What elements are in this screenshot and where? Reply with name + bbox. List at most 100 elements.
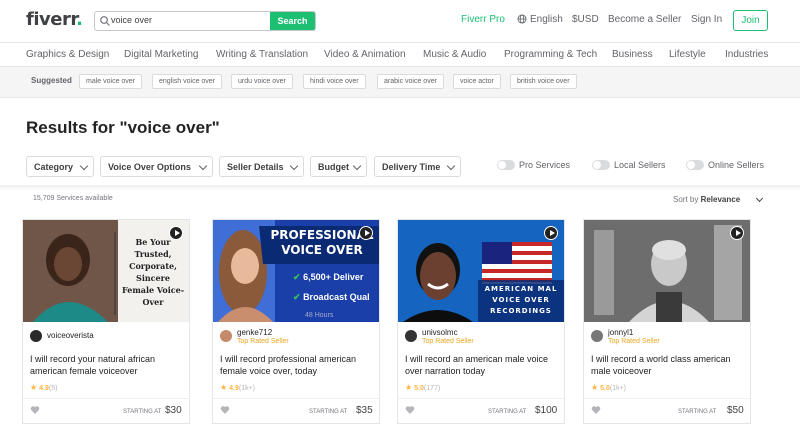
avatar[interactable]	[405, 330, 417, 342]
gig-title[interactable]: I will record professional american fema…	[220, 353, 376, 377]
gig-card[interactable]: AMERICAN MAL VOICE OVER RECORDINGS univs…	[397, 219, 565, 424]
play-icon[interactable]	[544, 226, 558, 240]
seller-name[interactable]: genke712	[237, 328, 272, 337]
chevron-down-icon[interactable]	[755, 194, 764, 203]
card-divider	[584, 398, 750, 399]
avatar[interactable]	[220, 330, 232, 342]
gig-thumbnail[interactable]: AMERICAN MAL VOICE OVER RECORDINGS	[398, 220, 564, 322]
category-item[interactable]: Lifestyle	[669, 49, 706, 60]
suggested-chip[interactable]: urdu voice over	[231, 74, 293, 89]
filter-seller-details[interactable]: Seller Details	[219, 156, 304, 177]
sort-label: Sort by	[673, 195, 699, 204]
gig-price: $35	[356, 405, 373, 416]
gig-image-bullet: ✔ Broadcast Qual	[293, 292, 370, 303]
play-icon[interactable]	[359, 226, 373, 240]
heart-icon[interactable]	[405, 405, 415, 415]
category-item[interactable]: Business	[612, 49, 653, 60]
local-sellers-label: Local Sellers	[614, 160, 666, 170]
category-item[interactable]: Industries	[725, 49, 768, 60]
filter-shadow	[0, 185, 800, 191]
filter-voice-over-options[interactable]: Voice Over Options	[100, 156, 213, 177]
heart-icon[interactable]	[591, 405, 601, 415]
search-bar: voice over Search	[94, 11, 316, 31]
header: fiverr. voice over Search Fiverr Pro Eng…	[0, 0, 800, 42]
gig-title[interactable]: I will record your natural african ameri…	[30, 353, 186, 377]
suggested-chip[interactable]: british voice over	[510, 74, 577, 89]
page-title: Results for "voice over"	[26, 118, 220, 137]
seller-name[interactable]: univsolmc	[422, 328, 458, 337]
category-item[interactable]: Graphics & Design	[26, 49, 109, 60]
pro-services-label: Pro Services	[519, 160, 571, 170]
rating-count: (177)	[423, 385, 441, 392]
fiverr-pro-link[interactable]: Fiverr Pro	[461, 14, 505, 25]
chevron-down-icon	[198, 161, 208, 171]
filter-label: Delivery Time	[382, 161, 441, 172]
avatar[interactable]	[30, 330, 42, 342]
gig-card[interactable]: Be Your Trusted, Corporate, Sincere Fema…	[22, 219, 190, 424]
avatar[interactable]	[591, 330, 603, 342]
starting-at-label: STARTING AT	[123, 409, 162, 415]
seller-name[interactable]: jonnyl1	[608, 328, 633, 337]
rating-score: 4.9	[39, 385, 49, 392]
category-item[interactable]: Video & Animation	[324, 49, 406, 60]
local-sellers-toggle[interactable]	[592, 160, 610, 170]
seller-name[interactable]: voiceoverista	[47, 331, 94, 340]
star-icon: ★	[591, 383, 599, 392]
heart-icon[interactable]	[30, 405, 40, 415]
become-seller-link[interactable]: Become a Seller	[608, 14, 681, 25]
join-button[interactable]: Join	[733, 10, 768, 31]
category-item[interactable]: Writing & Translation	[216, 49, 308, 60]
filter-delivery-time[interactable]: Delivery Time	[374, 156, 461, 177]
gig-rating: ★ 5.0(1k+)	[591, 383, 626, 392]
seller-level-badge: Top Rated Seller	[422, 338, 474, 345]
category-nav: Graphics & Design Digital Marketing Writ…	[0, 42, 800, 67]
search-input[interactable]: voice over	[111, 15, 152, 25]
gig-thumbnail[interactable]: Be Your Trusted, Corporate, Sincere Fema…	[23, 220, 189, 322]
fiverr-logo[interactable]: fiverr.	[26, 9, 83, 30]
play-icon[interactable]	[169, 226, 183, 240]
gig-image-text: Be Your Trusted, Corporate, Sincere Fema…	[121, 237, 185, 307]
rating-score: 5.0	[600, 385, 610, 392]
card-divider	[23, 398, 189, 399]
category-item[interactable]: Music & Audio	[423, 49, 486, 60]
gig-thumbnail[interactable]	[584, 220, 750, 322]
chevron-down-icon	[352, 161, 362, 171]
card-divider	[398, 398, 564, 399]
category-item[interactable]: Programming & Tech	[504, 49, 597, 60]
starting-at-label: STARTING AT	[678, 409, 717, 415]
starting-at-label: STARTING AT	[488, 409, 527, 415]
gig-title[interactable]: I will record an american male voice ove…	[405, 353, 561, 377]
gig-rating: ★ 5.0(177)	[405, 383, 440, 392]
language-selector[interactable]: English	[530, 14, 563, 25]
gig-price: $30	[165, 405, 182, 416]
suggested-chip[interactable]: arabic voice over	[377, 74, 444, 89]
filter-label: Category	[34, 161, 74, 172]
gig-title[interactable]: I will record a world class american mal…	[591, 353, 747, 377]
search-icon	[100, 16, 110, 26]
globe-icon	[517, 14, 527, 24]
sort-by[interactable]: Sort by Relevance	[673, 195, 740, 204]
heart-icon[interactable]	[220, 405, 230, 415]
search-button[interactable]: Search	[270, 12, 315, 30]
play-icon[interactable]	[730, 226, 744, 240]
suggested-chip[interactable]: english voice over	[152, 74, 223, 89]
online-sellers-toggle[interactable]	[686, 160, 704, 170]
suggested-bar: Suggested male voice over english voice …	[0, 67, 800, 98]
filter-label: Budget	[318, 161, 349, 172]
currency-selector[interactable]: $USD	[572, 14, 599, 25]
gig-card[interactable]: PROFESSIONAL VOICE OVER ✔ 6,500+ Deliver…	[212, 219, 380, 424]
category-item[interactable]: Digital Marketing	[124, 49, 198, 60]
gig-thumbnail[interactable]: PROFESSIONAL VOICE OVER ✔ 6,500+ Deliver…	[213, 220, 379, 322]
rating-count: (5)	[48, 385, 58, 392]
gig-card[interactable]: jonnyl1 Top Rated Seller I will record a…	[583, 219, 751, 424]
sign-in-link[interactable]: Sign In	[691, 14, 722, 25]
services-count: 15,709 Services available	[33, 195, 113, 202]
suggested-chip[interactable]: voice actor	[453, 74, 501, 89]
suggested-chip[interactable]: hindi voice over	[303, 74, 366, 89]
star-icon: ★	[220, 383, 228, 392]
suggested-chip[interactable]: male voice over	[79, 74, 143, 89]
pro-services-toggle[interactable]	[497, 160, 515, 170]
filter-budget[interactable]: Budget	[310, 156, 367, 177]
sort-value: Relevance	[700, 195, 741, 204]
filter-category[interactable]: Category	[26, 156, 94, 177]
